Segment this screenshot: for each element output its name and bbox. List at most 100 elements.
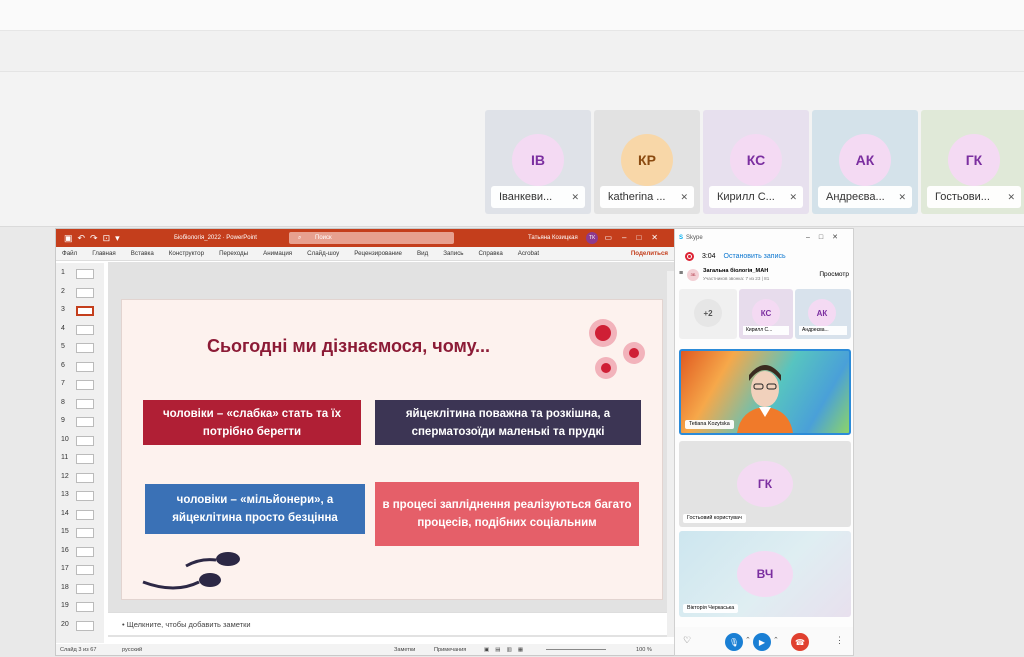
slide-thumbnail[interactable]: 1 <box>60 267 102 281</box>
comments-toggle[interactable]: Примечания <box>434 647 466 653</box>
slide-thumbnail[interactable]: 4 <box>60 323 102 337</box>
slide-number: 4 <box>61 324 65 332</box>
ribbon-tab[interactable]: Справка <box>479 250 503 257</box>
slide-thumbnail[interactable]: 14 <box>60 508 102 522</box>
participant-tile[interactable]: ІВ Іванкеви... ✕ <box>485 110 591 214</box>
ribbon-tab[interactable]: Acrobat <box>518 250 539 257</box>
ribbon-tab[interactable]: Анимация <box>263 250 292 257</box>
sperm-illustration <box>142 552 240 590</box>
slide-thumbnail[interactable]: 8 <box>60 397 102 411</box>
ribbon-tab[interactable]: Запись <box>443 250 463 257</box>
notes-pane[interactable]: • Щелкните, чтобы добавить заметки <box>108 612 674 635</box>
slide-thumbnail[interactable]: 12 <box>60 471 102 485</box>
slide-number: 19 <box>61 602 69 609</box>
slide-thumbnail[interactable]: 17 <box>60 563 102 577</box>
thumbnail-preview <box>76 528 94 538</box>
slide-thumbnail[interactable]: 10 <box>60 434 102 448</box>
conversation-name: Загальна біологія_МАН <box>703 268 769 274</box>
slide-box-4: в процесі запліднення реалізуються багат… <box>375 482 639 546</box>
conversation-header: ≡ ЗБ Загальна біологія_МАН Участников зв… <box>679 267 851 285</box>
slide-thumbnails-pane: 1 2 3 4 5 6 7 8 9 10 11 12 13 14 15 16 17 18 19 20 <box>56 263 104 643</box>
app-name: Skype <box>686 235 703 241</box>
ribbon-tab[interactable]: Рецензирование <box>354 250 402 257</box>
thumbnail-preview <box>76 583 94 594</box>
slide-thumbnail[interactable]: 15 <box>60 526 102 540</box>
thumbnail-preview <box>76 306 94 316</box>
slide-thumbnail[interactable]: 19 <box>60 600 102 614</box>
participant-tile[interactable]: АК Андреєва... ✕ <box>812 110 918 214</box>
participant-tile[interactable]: ГК Гостьови... ✕ <box>921 110 1024 214</box>
slide-thumbnail[interactable]: 11 <box>60 452 102 466</box>
ribbon-tab[interactable]: Конструктор <box>169 250 204 257</box>
mic-muted-icon: ✕ <box>1007 192 1015 202</box>
ribbon-tab[interactable]: Переходы <box>219 250 248 257</box>
mic-button[interactable]: 🎙 <box>725 633 743 651</box>
slide-thumbnail[interactable]: 18 <box>60 582 102 596</box>
mic-options-icon[interactable]: ⌃ <box>745 636 751 644</box>
search-box[interactable]: ⌕ Поиск <box>289 232 454 244</box>
user-avatar[interactable]: ТК <box>586 232 598 244</box>
notes-toggle[interactable]: Заметки <box>394 647 415 653</box>
slide-thumbnail[interactable]: 7 <box>60 378 102 392</box>
stop-recording-link[interactable]: Остановить запись <box>724 253 786 260</box>
slide-thumbnail[interactable]: 6 <box>60 360 102 374</box>
top-strip <box>0 0 1024 30</box>
thumbnail-preview <box>76 546 94 557</box>
skype-icon: S <box>679 235 684 241</box>
video-tile-gk[interactable]: ГК Гостьовий користувач <box>679 441 851 527</box>
skype-window-controls[interactable]: –□✕ <box>806 233 847 241</box>
cell-decoration <box>595 357 617 379</box>
ribbon-tab[interactable]: Вставка <box>131 250 154 257</box>
slide-thumbnail[interactable]: 9 <box>60 415 102 429</box>
call-controls: ♡ 🎙 ⌃ ▶ ⌃ ☎ ⋮ <box>675 627 853 655</box>
mini-tile-ak[interactable]: АК Андреєва... <box>795 289 851 339</box>
participant-name: Кирилл С... <box>743 326 789 335</box>
camera-button[interactable]: ▶ <box>753 633 771 651</box>
more-participants[interactable]: +2 <box>679 289 737 339</box>
quick-access-toolbar[interactable]: ▣↶↷⊡▾ <box>64 233 125 244</box>
thumbnail-preview <box>76 380 94 390</box>
slide-heading: Сьогодні ми дізнаємося, чому... <box>206 336 491 356</box>
search-icon: ⌕ <box>298 235 302 241</box>
video-tile-presenter[interactable]: Tetiana Kozytska <box>679 349 851 435</box>
view-buttons[interactable]: ▣▤▥▦ <box>484 647 529 653</box>
participant-avatar: ВЧ <box>737 551 793 597</box>
ribbon-tab[interactable]: Файл <box>62 250 77 257</box>
share-button[interactable]: Поделиться <box>631 250 668 257</box>
end-call-button[interactable]: ☎ <box>791 633 809 651</box>
participant-avatar: АК <box>808 299 836 327</box>
mini-tile-ks[interactable]: КС Кирилл С... <box>739 289 793 339</box>
ribbon-tab[interactable]: Главная <box>92 250 116 257</box>
powerpoint-window: ▣↶↷⊡▾ Біобіологія_2022 · PowerPoint ⌕ По… <box>55 228 675 656</box>
participant-tile[interactable]: КС Кирилл С... ✕ <box>703 110 809 214</box>
slide-thumbnail[interactable]: 20 <box>60 619 102 633</box>
slide-thumbnail[interactable]: 13 <box>60 489 102 503</box>
slide: Сьогодні ми дізнаємося, чому... чоловіки… <box>121 299 663 600</box>
menu-icon[interactable]: ≡ <box>679 270 683 277</box>
window-controls[interactable]: ▭–□✕ <box>604 233 668 242</box>
slide-thumbnail[interactable]: 2 <box>60 286 102 300</box>
language-indicator[interactable]: русский <box>122 647 142 653</box>
user-name: Татьяна Козицкая <box>528 235 578 241</box>
thumbnail-preview <box>76 472 94 483</box>
zoom-slider[interactable] <box>546 649 606 650</box>
video-tile-vch[interactable]: ВЧ Вікторія Черкаська <box>679 531 851 617</box>
slide-number: 9 <box>61 417 65 424</box>
ribbon-tab[interactable]: Вид <box>417 250 428 257</box>
slide-box-2: яйцеклітина поважна та розкішна, а сперм… <box>375 400 641 445</box>
slide-thumbnail[interactable]: 5 <box>60 341 102 355</box>
zoom-level[interactable]: 100 % <box>636 647 652 653</box>
participant-tile[interactable]: КР katherina ... ✕ <box>594 110 700 214</box>
view-toggle[interactable]: Просмотр <box>819 271 849 278</box>
more-options-icon[interactable]: ⋮ <box>835 635 844 646</box>
slide-thumbnail[interactable]: 16 <box>60 545 102 559</box>
camera-options-icon[interactable]: ⌃ <box>773 636 779 644</box>
react-icon[interactable]: ♡ <box>683 635 691 646</box>
participant-avatar: КС <box>730 134 782 186</box>
record-icon <box>685 252 694 261</box>
vertical-scrollbar[interactable] <box>667 271 674 637</box>
thumbnail-preview <box>76 602 94 612</box>
ribbon-tab[interactable]: Слайд-шоу <box>307 250 339 257</box>
slide-counter: Слайд 3 из 67 <box>60 647 97 653</box>
slide-thumbnail[interactable]: 3 <box>60 304 102 318</box>
